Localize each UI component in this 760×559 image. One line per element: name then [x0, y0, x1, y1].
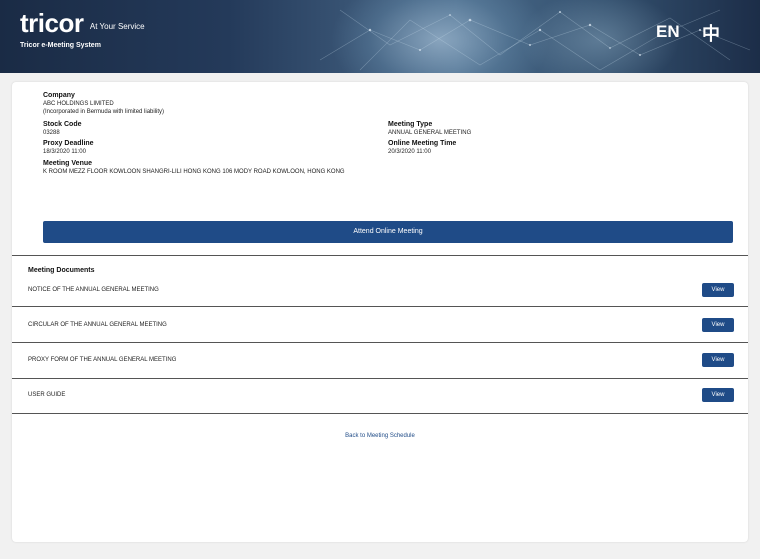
- proxy-deadline-value: 18/3/2020 11:00: [43, 149, 86, 155]
- document-title: PROXY FORM OF THE ANNUAL GENERAL MEETING: [28, 357, 177, 363]
- online-time-label: Online Meeting Time: [388, 140, 457, 147]
- document-title: USER GUIDE: [28, 392, 66, 398]
- view-user-guide-button[interactable]: View: [702, 388, 734, 402]
- system-name: Tricor e-Meeting System: [20, 42, 101, 49]
- view-proxy-form-button[interactable]: View: [702, 353, 734, 367]
- company-note: (Incorporated in Bermuda with limited li…: [43, 109, 165, 115]
- online-time-value: 20/3/2020 11:00: [388, 149, 431, 155]
- meeting-type-label: Meeting Type: [388, 121, 433, 128]
- company-name: ABC HOLDINGS LIMITED: [43, 101, 114, 107]
- document-title: CIRCULAR OF THE ANNUAL GENERAL MEETING: [28, 322, 167, 328]
- language-zh-button[interactable]: 中: [702, 20, 720, 46]
- divider: [12, 378, 748, 379]
- view-notice-button[interactable]: View: [702, 283, 734, 297]
- header-banner: tricor At Your Service Tricor e-Meeting …: [0, 0, 760, 73]
- meeting-type-value: ANNUAL GENERAL MEETING: [388, 130, 472, 136]
- brand[interactable]: tricor At Your Service: [20, 10, 145, 37]
- stock-code-value: 03288: [43, 130, 60, 136]
- proxy-deadline-label: Proxy Deadline: [43, 140, 94, 147]
- stock-code-label: Stock Code: [43, 121, 82, 128]
- view-circular-button[interactable]: View: [702, 318, 734, 332]
- attend-online-meeting-button[interactable]: Attend Online Meeting: [43, 221, 733, 243]
- venue-value: K ROOM MEZZ FLOOR KOWLOON SHANGRI-LILI H…: [43, 169, 345, 175]
- company-label: Company: [43, 92, 75, 99]
- meeting-documents-heading: Meeting Documents: [28, 267, 95, 274]
- divider: [12, 413, 748, 414]
- brand-tagline: At Your Service: [89, 22, 145, 31]
- language-en-button[interactable]: EN: [656, 22, 680, 42]
- back-to-meeting-schedule-link[interactable]: Back to Meeting Schedule: [12, 433, 748, 439]
- divider: [12, 342, 748, 343]
- tricor-logo: tricor: [20, 8, 84, 38]
- divider: [12, 255, 748, 256]
- divider: [12, 306, 748, 307]
- meeting-card: Company ABC HOLDINGS LIMITED (Incorporat…: [12, 82, 748, 542]
- document-title: NOTICE OF THE ANNUAL GENERAL MEETING: [28, 287, 159, 293]
- venue-label: Meeting Venue: [43, 160, 93, 167]
- network-decoration: [319, 9, 751, 71]
